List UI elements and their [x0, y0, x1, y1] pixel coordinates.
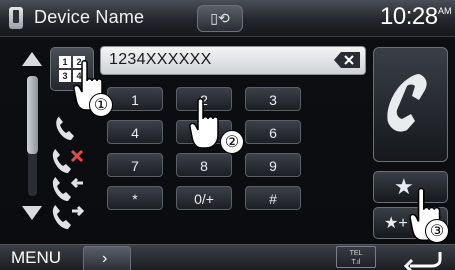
phone-swap-button[interactable]: ▯⟲ [197, 5, 243, 32]
phone-swap-icon: ▯⟲ [210, 10, 230, 26]
backspace-icon [334, 52, 360, 68]
clock: 10:28 [380, 3, 438, 30]
top-bar: Device Name ▯⟲ 10:28 AM [0, 0, 455, 37]
phonebook-icon [56, 116, 74, 140]
chevron-right-icon: › [102, 250, 108, 267]
menu-button[interactable]: MENU [0, 246, 72, 270]
next-page-button[interactable]: › [83, 246, 131, 270]
outgoing-call-button[interactable] [50, 201, 86, 233]
back-arrow-icon [403, 252, 442, 270]
keypad-key[interactable]: * [107, 186, 163, 210]
device-name: Device Name [34, 7, 145, 27]
keypad-key[interactable]: 9 [245, 153, 301, 177]
dialpad-digit: 3 [59, 70, 71, 82]
phone-number-value: 1234XXXXXX [109, 51, 212, 68]
keypad-key[interactable]: 1 [107, 87, 163, 111]
dialpad-digit: 1 [59, 56, 71, 68]
clock-ampm: AM [438, 6, 452, 16]
call-button[interactable] [373, 47, 448, 162]
phone-screen: Device Name ▯⟲ 10:28 AM 1 2 3 4 1234XXXX… [0, 0, 455, 270]
tel-label: TEL [349, 250, 363, 257]
keypad-key[interactable]: 8 [176, 153, 232, 177]
scroll-thumb[interactable] [27, 76, 38, 154]
step-callout: ① [89, 93, 113, 117]
phone-handset-icon [387, 74, 427, 132]
outgoing-call-icon [52, 205, 85, 229]
keypad-key[interactable]: # [245, 186, 301, 210]
keypad-key[interactable]: 3 [245, 87, 301, 111]
step-callout: ② [220, 130, 244, 154]
back-button[interactable] [390, 246, 450, 270]
phonebook-button[interactable] [50, 112, 86, 144]
arrow-up-icon[interactable] [22, 52, 42, 66]
tel-indicator: TEL T.ıl [336, 246, 376, 268]
keypad-key[interactable]: 7 [107, 153, 163, 177]
keypad-key[interactable]: 4 [107, 120, 163, 144]
keypad-key[interactable]: 6 [245, 120, 301, 144]
keypad-key[interactable]: 0/+ [176, 186, 232, 210]
signal-strength: T.ıl [351, 259, 361, 266]
backspace-button[interactable] [333, 51, 361, 69]
phone-number-field[interactable]: 1234XXXXXX [100, 46, 366, 75]
mobile-phone-icon [9, 7, 23, 29]
star-plus-icon: ★+ [384, 215, 408, 232]
arrow-down-icon[interactable] [22, 206, 42, 220]
step-callout: ③ [425, 219, 449, 243]
